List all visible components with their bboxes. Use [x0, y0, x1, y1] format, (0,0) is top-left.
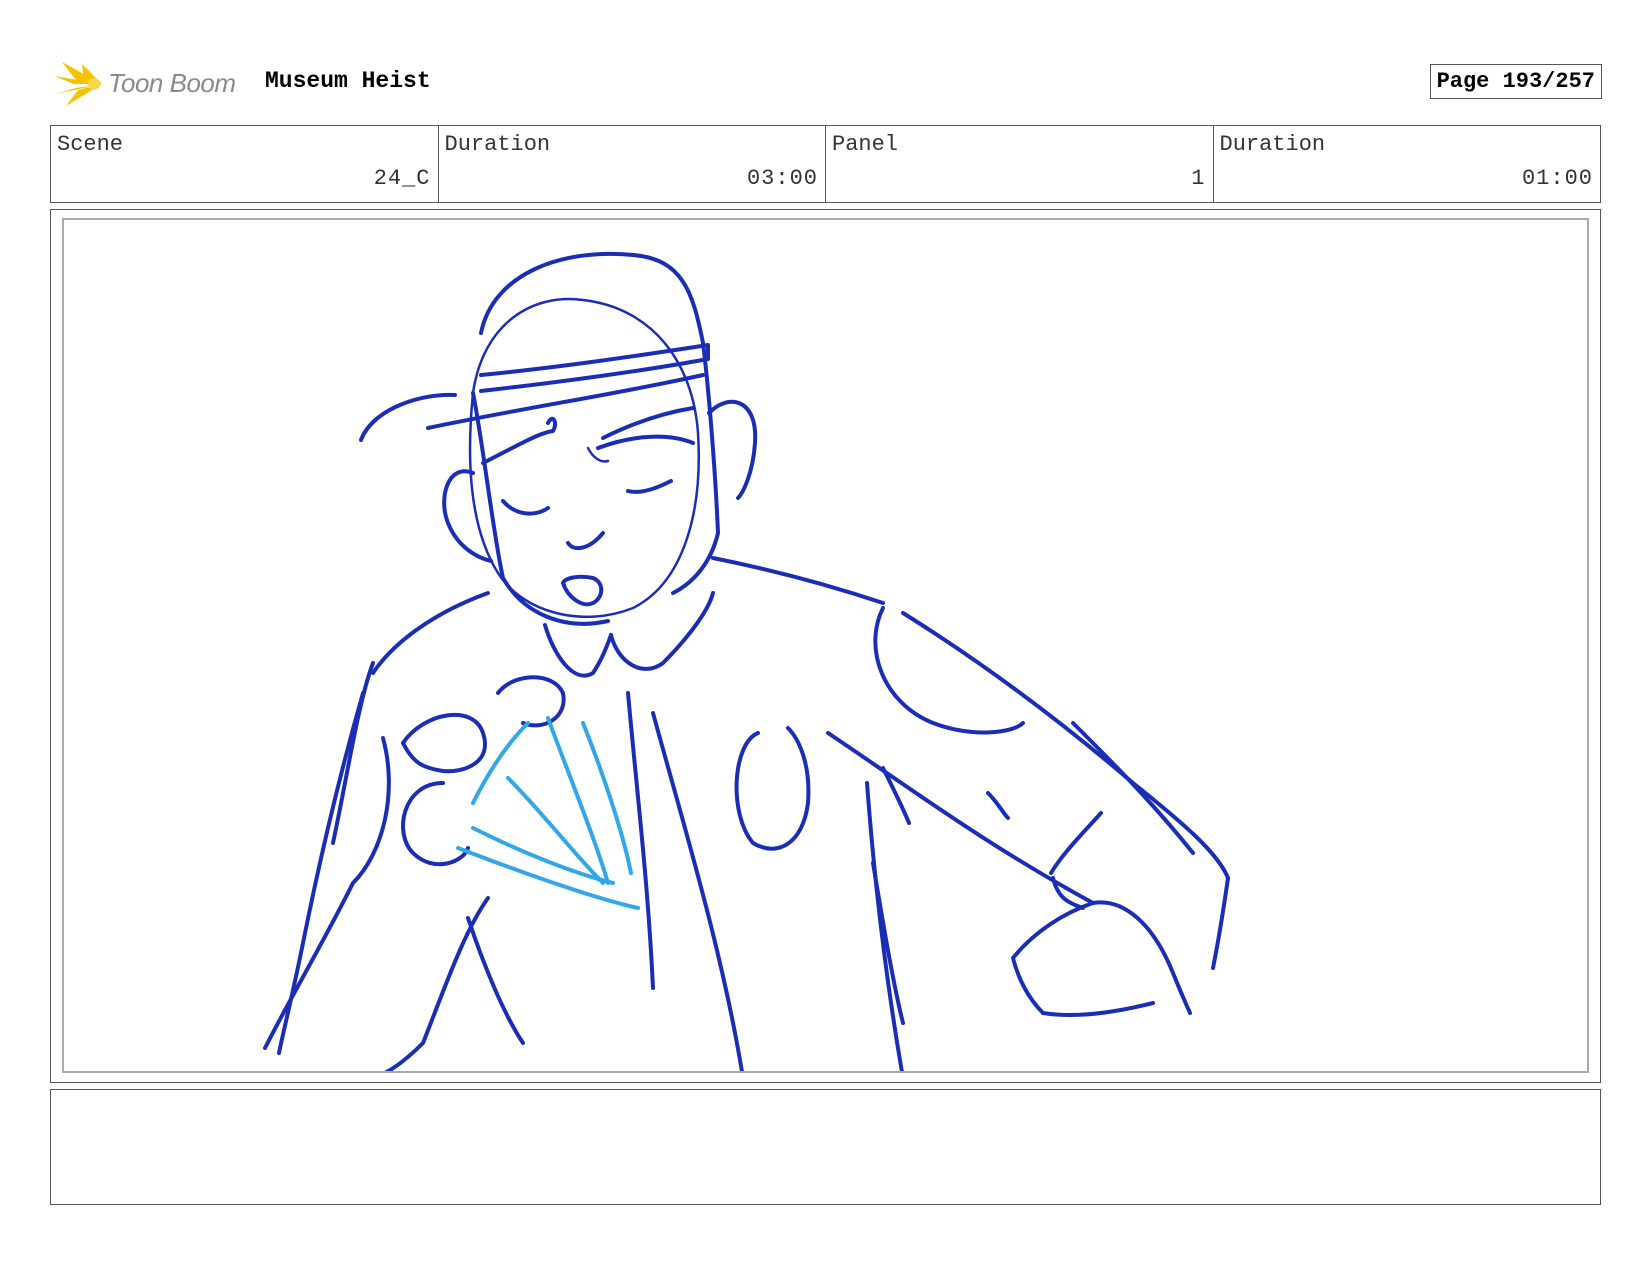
- panel-value: 1: [1191, 166, 1206, 191]
- project-title: Museum Heist: [265, 68, 431, 94]
- storyboard-panel: [50, 209, 1601, 1083]
- panel-label: Panel: [832, 132, 899, 157]
- scene-label: Scene: [57, 132, 124, 157]
- panel-cell: Panel 1: [826, 126, 1214, 202]
- panel-duration-value: 01:00: [1521, 166, 1593, 191]
- starburst-icon: [54, 62, 102, 106]
- panel-duration-cell: Duration 01:00: [1214, 126, 1601, 202]
- scene-info-table: Scene 24_C Duration 03:00 Panel 1 Durati…: [50, 125, 1601, 203]
- panel-drawing-area: [62, 218, 1589, 1073]
- panel-duration-label: Duration: [1219, 132, 1326, 157]
- panel-notes-box: [50, 1089, 1601, 1205]
- page-header: Toon Boom Museum Heist Page 193/257: [54, 58, 1602, 108]
- scene-duration-value: 03:00: [746, 166, 818, 191]
- logo-wordmark: Toon Boom: [108, 68, 236, 98]
- scene-duration-label: Duration: [444, 132, 551, 157]
- scene-duration-cell: Duration 03:00: [439, 126, 826, 202]
- scene-cell: Scene 24_C: [51, 126, 439, 202]
- toon-boom-logo: Toon Boom: [54, 60, 249, 108]
- character-sketch: [263, 251, 1230, 1071]
- scene-value: 24_C: [373, 166, 431, 191]
- page-number: Page 193/257: [1429, 64, 1602, 99]
